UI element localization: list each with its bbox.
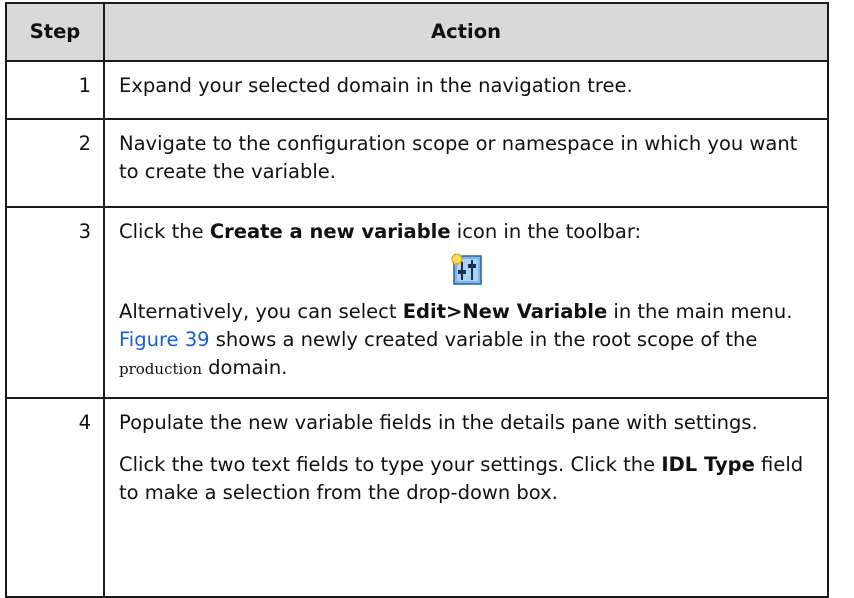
header-row: Step Action: [5, 2, 829, 62]
action-text: Click the two text fields to type your s…: [119, 451, 813, 507]
step-number: 1: [5, 60, 105, 120]
table-row: 4 Populate the new variable fields in th…: [5, 397, 829, 598]
action-cell: Populate the new variable fields in the …: [103, 397, 829, 598]
figure-link[interactable]: Figure 39: [119, 328, 210, 351]
emphasis-text: Edit>New Variable: [402, 300, 608, 323]
new-variable-icon: [451, 252, 482, 285]
steps-table: Step Action 1 Expand your selected domai…: [5, 2, 829, 598]
action-text: Expand your selected domain in the navig…: [119, 74, 633, 97]
text-run: shows a newly created variable in the ro…: [209, 328, 758, 351]
icon-container: [119, 252, 813, 286]
action-cell: Navigate to the configuration scope or n…: [103, 118, 829, 208]
table-row: 2 Navigate to the configuration scope or…: [5, 118, 829, 208]
text-run: Click the: [119, 220, 210, 243]
action-text: Populate the new variable fields in the …: [119, 411, 758, 434]
step-number: 4: [5, 397, 105, 598]
table-row: 1 Expand your selected domain in the nav…: [5, 60, 829, 120]
text-run: in the main menu.: [607, 300, 793, 323]
emphasis-text: Create a new variable: [209, 220, 451, 243]
action-text: Navigate to the configuration scope or n…: [119, 132, 798, 183]
code-text: production: [119, 360, 202, 378]
text-run: Click the two text fields to type your s…: [119, 453, 662, 476]
text-run: icon in the toolbar:: [450, 220, 642, 243]
emphasis-text: IDL Type: [661, 453, 755, 476]
text-run: Alternatively, you can select: [119, 300, 403, 323]
action-cell: Click the Create a new variable icon in …: [103, 206, 829, 399]
action-cell: Expand your selected domain in the navig…: [103, 60, 829, 120]
table-row: 3 Click the Create a new variable icon i…: [5, 206, 829, 399]
step-number: 2: [5, 118, 105, 208]
action-text: Click the Create a new variable icon in …: [119, 218, 813, 246]
step-number: 3: [5, 206, 105, 399]
text-run: domain.: [201, 356, 288, 379]
action-column-header: Action: [103, 2, 829, 62]
step-column-header: Step: [5, 2, 105, 62]
action-text: Alternatively, you can select Edit>New V…: [119, 298, 813, 383]
